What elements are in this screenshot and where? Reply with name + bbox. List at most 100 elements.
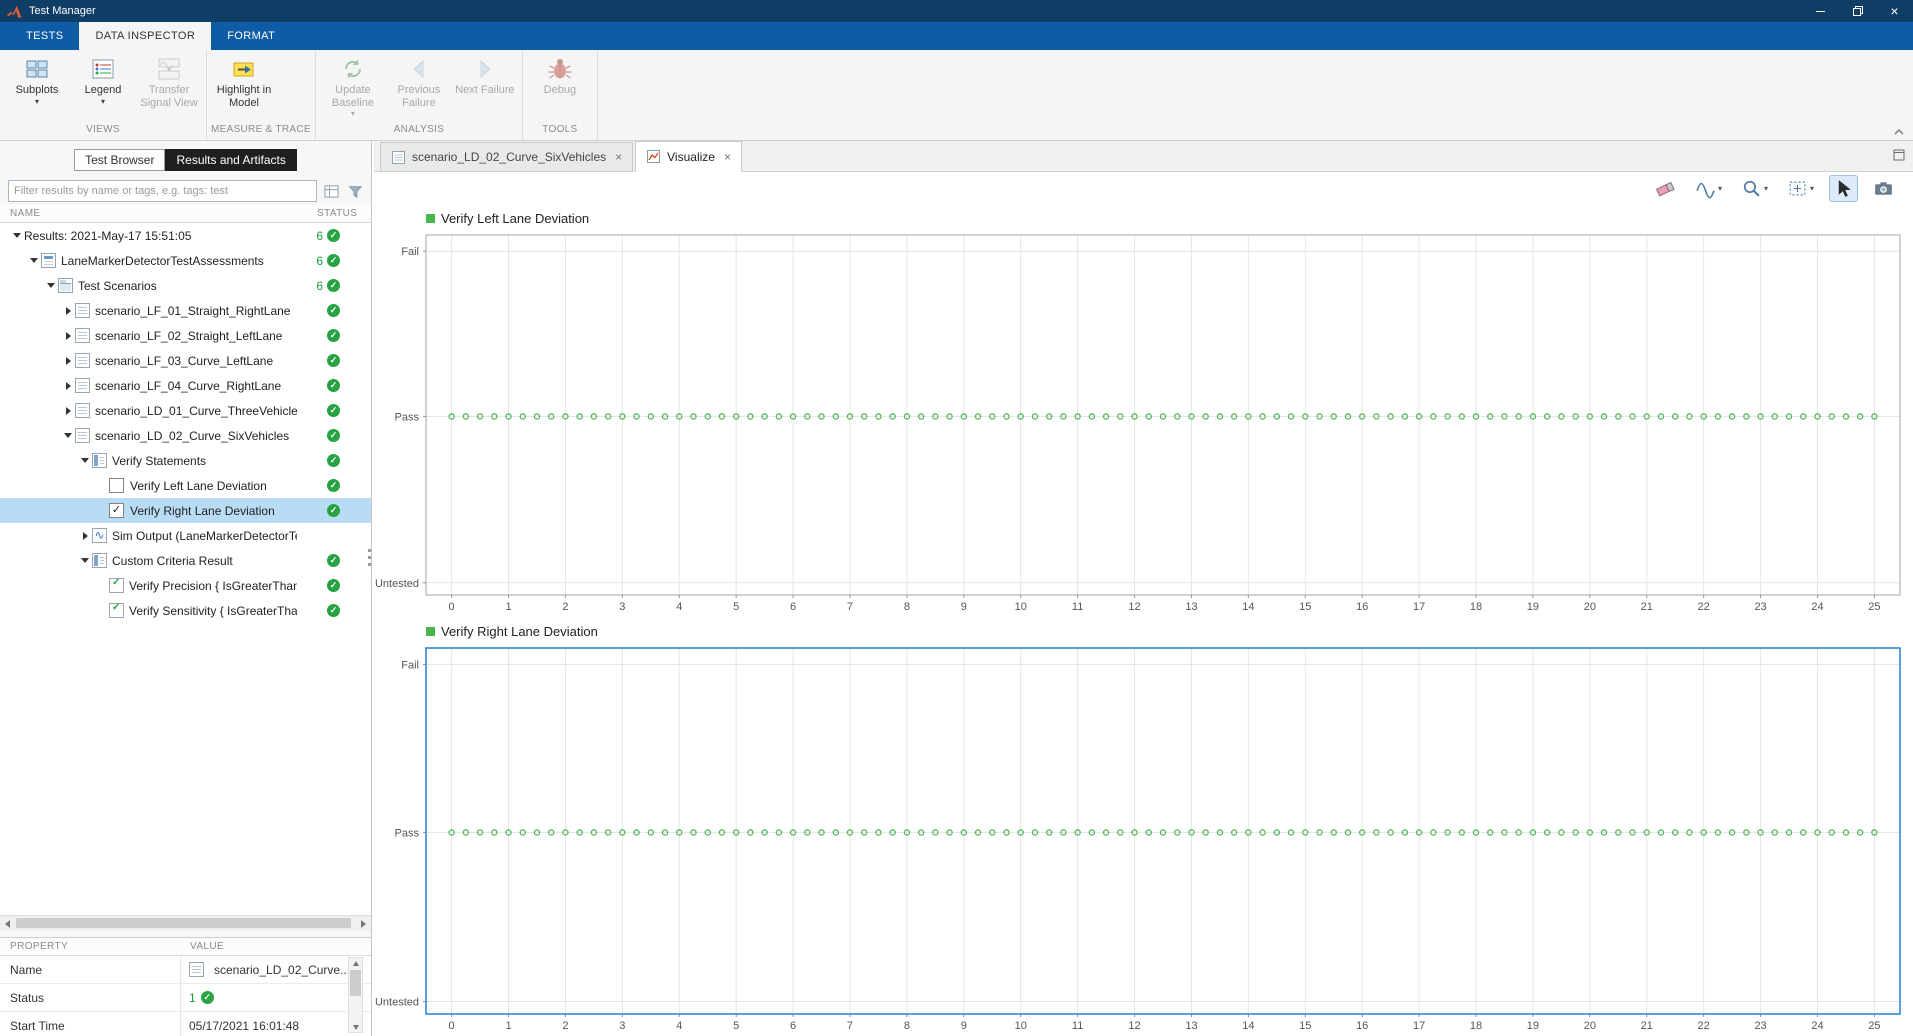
fit-to-view-tool[interactable]: ▾ (1784, 176, 1817, 201)
camera-tool[interactable] (1870, 176, 1897, 201)
previous-failure-button[interactable]: Previous Failure (386, 52, 452, 109)
subplots-button[interactable]: Subplots▾ (4, 52, 70, 106)
filter-icon[interactable] (345, 181, 365, 201)
update-baseline-button[interactable]: Update Baseline▾ (320, 52, 386, 118)
tree-item-scenario-lf-02-straight-leftlane[interactable]: scenario_LF_02_Straight_LeftLane✓ (0, 323, 371, 348)
collapse-arrow-icon[interactable] (78, 454, 92, 468)
pass-check-icon: ✓ (327, 429, 340, 442)
highlight-in-model-button[interactable]: Highlight in Model (211, 52, 277, 109)
legend-button[interactable]: Legend▾ (70, 52, 136, 106)
tree-horizontal-scrollbar[interactable] (0, 915, 371, 931)
collapse-toolstrip-icon[interactable] (1893, 125, 1907, 137)
property-row-status[interactable]: Status1✓ (0, 984, 371, 1012)
chart-verify-left-lane-deviation[interactable]: Verify Left Lane Deviation 0123456789101… (374, 205, 1913, 617)
tree-item-scenario-lf-04-curve-rightlane[interactable]: scenario_LF_04_Curve_RightLane✓ (0, 373, 371, 398)
tree-item-verify-sensitivity-isgreaterthan[interactable]: Verify Sensitivity { IsGreaterThan✓ (0, 598, 371, 623)
next-failure-button[interactable]: Next Failure (452, 52, 518, 97)
transfer-signal-view-button[interactable]: Transfer Signal View (136, 52, 202, 109)
status-cell: ✓ (300, 354, 340, 367)
maximize-pane-icon[interactable] (1892, 148, 1908, 164)
toolstrip-tab-data-inspector[interactable]: DATA INSPECTOR (79, 22, 211, 50)
tree-item-sim-output-lanemarkerdetectorte[interactable]: Sim Output (LaneMarkerDetectorTe (0, 523, 371, 548)
chart-verify-right-lane-deviation[interactable]: Verify Right Lane Deviation 012345678910… (374, 618, 1913, 1036)
criteria-icon (109, 578, 124, 593)
verify-result-plot[interactable]: 0123456789101112131415161718192021222324… (374, 644, 1913, 1036)
tree-item-label: Custom Criteria Result (112, 554, 233, 568)
expand-arrow-icon[interactable] (61, 404, 75, 418)
svg-text:24: 24 (1811, 601, 1823, 613)
collapse-arrow-icon[interactable] (44, 279, 58, 293)
panel-splitter[interactable] (368, 549, 371, 569)
tree-item-verify-precision-isgreaterthan[interactable]: Verify Precision { IsGreaterThan✓ (0, 573, 371, 598)
scrollbar-thumb[interactable] (350, 970, 361, 996)
svg-text:3: 3 (619, 601, 625, 613)
minimize-button[interactable] (1802, 0, 1839, 22)
testcase-icon (75, 428, 90, 443)
tree-item-results-2021-may-17-15-51-05[interactable]: Results: 2021-May-17 15:51:056✓ (0, 223, 371, 248)
svg-text:11: 11 (1072, 601, 1083, 613)
tree-item-label: scenario_LF_02_Straight_LeftLane (95, 329, 282, 343)
tree-item-verify-left-lane-deviation[interactable]: Verify Left Lane Deviation✓ (0, 473, 371, 498)
expand-arrow-icon[interactable] (78, 529, 92, 543)
ribbon-group-label: MEASURE & TRACE (211, 124, 311, 140)
expand-arrow-icon[interactable] (61, 329, 75, 343)
pass-check-icon: ✓ (327, 304, 340, 317)
tree-item-lanemarkerdetectortestassessments[interactable]: LaneMarkerDetectorTestAssessments6✓ (0, 248, 371, 273)
svg-text:16: 16 (1356, 1020, 1368, 1032)
eraser-tool[interactable] (1652, 176, 1679, 201)
expand-arrow-icon[interactable] (61, 379, 75, 393)
tree-item-test-scenarios[interactable]: Test Scenarios6✓ (0, 273, 371, 298)
tree-item-custom-criteria-result[interactable]: Custom Criteria Result✓ (0, 548, 371, 573)
tab-close-icon[interactable]: × (615, 150, 622, 164)
scroll-right-icon[interactable] (359, 919, 368, 928)
svg-text:2: 2 (562, 601, 568, 613)
properties-scrollbar[interactable] (348, 957, 363, 1033)
tree-item-verify-statements[interactable]: Verify Statements✓ (0, 448, 371, 473)
tree-item-scenario-ld-02-curve-sixvehicles[interactable]: scenario_LD_02_Curve_SixVehicles✓ (0, 423, 371, 448)
toolstrip-tab-tests[interactable]: TESTS (10, 22, 79, 50)
signal-style-tool[interactable]: ▾ (1692, 176, 1725, 201)
transfer-signal-icon (155, 55, 183, 83)
scrollbar-thumb[interactable] (16, 918, 351, 928)
view-toggle-results-and-artifacts[interactable]: Results and Artifacts (165, 149, 296, 171)
tree-item-scenario-lf-01-straight-rightlane[interactable]: scenario_LF_01_Straight_RightLane✓ (0, 298, 371, 323)
expand-arrow-icon[interactable] (61, 354, 75, 368)
testcase-icon (75, 303, 90, 318)
pointer-tool[interactable] (1830, 176, 1857, 201)
close-button[interactable]: × (1876, 0, 1913, 22)
svg-text:Fail: Fail (401, 246, 419, 258)
property-row-name[interactable]: Namescenario_LD_02_Curve... (0, 956, 371, 984)
row-checkbox[interactable] (109, 478, 124, 493)
verify-result-plot[interactable]: 0123456789101112131415161718192021222324… (374, 231, 1913, 617)
tab-close-icon[interactable]: × (724, 150, 731, 164)
doc-tab-scenario-ld-02-curve-sixvehicles[interactable]: scenario_LD_02_Curve_SixVehicles× (380, 142, 633, 171)
zoom-tool[interactable]: ▾ (1738, 176, 1771, 201)
scroll-up-icon[interactable] (349, 958, 362, 968)
verify-icon (92, 453, 107, 468)
svg-text:25: 25 (1868, 1020, 1880, 1032)
collapse-arrow-icon[interactable] (61, 429, 75, 443)
debug-button[interactable]: Debug (527, 52, 593, 97)
status-cell: ✓ (300, 504, 340, 517)
row-checkbox[interactable]: ✓ (109, 503, 124, 518)
scroll-down-icon[interactable] (349, 1022, 362, 1032)
view-toggle-test-browser[interactable]: Test Browser (74, 149, 165, 171)
restore-button[interactable] (1839, 0, 1876, 22)
view-options-icon[interactable] (321, 181, 341, 201)
testfile-icon (41, 253, 56, 268)
pass-check-icon: ✓ (327, 404, 340, 417)
chart-legend: Verify Left Lane Deviation (374, 205, 1913, 231)
tree-item-verify-right-lane-deviation[interactable]: ✓Verify Right Lane Deviation✓ (0, 498, 371, 523)
tree-item-scenario-lf-03-curve-leftlane[interactable]: scenario_LF_03_Curve_LeftLane✓ (0, 348, 371, 373)
doc-tab-visualize[interactable]: Visualize× (635, 141, 742, 172)
collapse-arrow-icon[interactable] (78, 554, 92, 568)
collapse-arrow-icon[interactable] (27, 254, 41, 268)
collapse-arrow-icon[interactable] (10, 229, 24, 243)
filter-input[interactable] (8, 180, 317, 202)
tree-item-scenario-ld-01-curve-threevehicle[interactable]: scenario_LD_01_Curve_ThreeVehicle✓ (0, 398, 371, 423)
property-row-start-time[interactable]: Start Time05/17/2021 16:01:48 (0, 1012, 371, 1036)
expand-arrow-icon[interactable] (61, 304, 75, 318)
toolstrip-tab-format[interactable]: FORMAT (211, 22, 291, 50)
pass-count: 6 (316, 279, 323, 293)
scroll-left-icon[interactable] (3, 919, 12, 928)
